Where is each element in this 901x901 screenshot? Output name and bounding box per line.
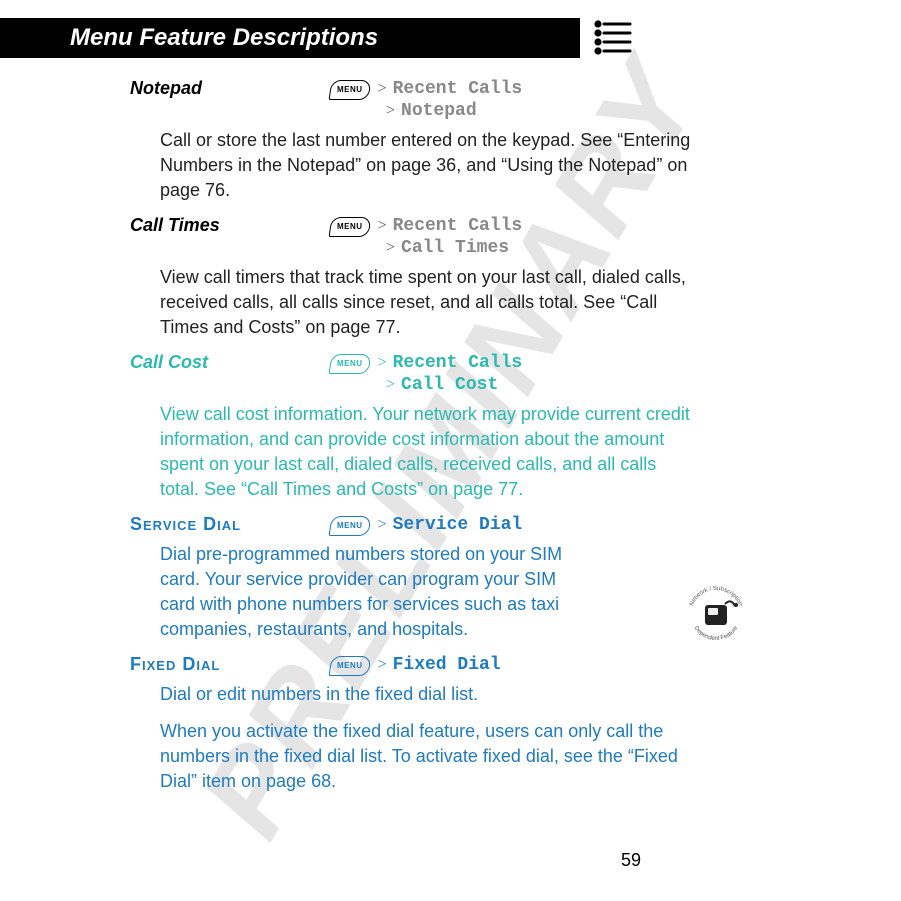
breadcrumb-notepad: MENU > Recent Calls > Notepad: [330, 78, 522, 122]
section-body: View call cost information. Your network…: [160, 402, 700, 502]
crumb-text: Recent Calls: [393, 78, 523, 100]
section-label-notepad: Notepad: [130, 78, 330, 99]
section-label-callcost: Call Cost: [130, 352, 330, 373]
content-area: Notepad MENU > Recent Calls > Notepad Ca…: [130, 78, 700, 806]
section-body: Dial or edit numbers in the fixed dial l…: [160, 682, 700, 707]
crumb-text: Call Times: [401, 237, 509, 259]
section-label-fixeddial: Fixed Dial: [130, 654, 330, 675]
svg-text:Dependent Feature: Dependent Feature: [693, 625, 740, 642]
page-title: Menu Feature Descriptions: [70, 24, 378, 52]
header-bar: Menu Feature Descriptions: [0, 18, 580, 58]
chevron-right-icon: >: [386, 374, 395, 396]
menu-key-icon: MENU: [329, 80, 371, 100]
crumb-text: Fixed Dial: [393, 654, 501, 676]
section-notepad: Notepad MENU > Recent Calls > Notepad Ca…: [130, 78, 700, 203]
breadcrumb-callcost: MENU > Recent Calls > Call Cost: [330, 352, 522, 396]
section-callcost: Call Cost MENU > Recent Calls > Call Cos…: [130, 352, 700, 502]
section-label-servicedial: Service Dial: [130, 514, 330, 535]
chevron-right-icon: >: [378, 78, 387, 100]
menu-key-icon: MENU: [329, 354, 371, 374]
chevron-right-icon: >: [378, 352, 387, 374]
chevron-right-icon: >: [386, 237, 395, 259]
menu-key-icon: MENU: [329, 516, 371, 536]
section-body: Call or store the last number entered on…: [160, 128, 700, 203]
chevron-right-icon: >: [378, 654, 387, 676]
network-subscription-badge-icon: Network / Subscription Dependent Feature: [681, 580, 751, 650]
crumb-text: Recent Calls: [393, 215, 523, 237]
crumb-text: Notepad: [401, 100, 477, 122]
chevron-right-icon: >: [386, 100, 395, 122]
crumb-text: Call Cost: [401, 374, 498, 396]
list-icon: [592, 18, 632, 58]
menu-key-icon: MENU: [329, 656, 371, 676]
crumb-text: Service Dial: [393, 514, 523, 536]
crumb-text: Recent Calls: [393, 352, 523, 374]
section-body: View call timers that track time spent o…: [160, 265, 700, 340]
page-number: 59: [621, 850, 641, 871]
section-body: When you activate the fixed dial feature…: [160, 719, 700, 794]
chevron-right-icon: >: [378, 514, 387, 536]
breadcrumb-fixeddial: MENU > Fixed Dial: [330, 654, 501, 676]
breadcrumb-calltimes: MENU > Recent Calls > Call Times: [330, 215, 522, 259]
section-fixeddial: Fixed Dial MENU > Fixed Dial Dial or edi…: [130, 654, 700, 794]
menu-key-icon: MENU: [329, 217, 371, 237]
chevron-right-icon: >: [378, 215, 387, 237]
breadcrumb-servicedial: MENU > Service Dial: [330, 514, 522, 536]
section-body: Dial pre-programmed numbers stored on yo…: [160, 542, 590, 642]
section-label-calltimes: Call Times: [130, 215, 330, 236]
section-servicedial: Service Dial MENU > Service Dial Dial pr…: [130, 514, 700, 642]
section-calltimes: Call Times MENU > Recent Calls > Call Ti…: [130, 215, 700, 340]
